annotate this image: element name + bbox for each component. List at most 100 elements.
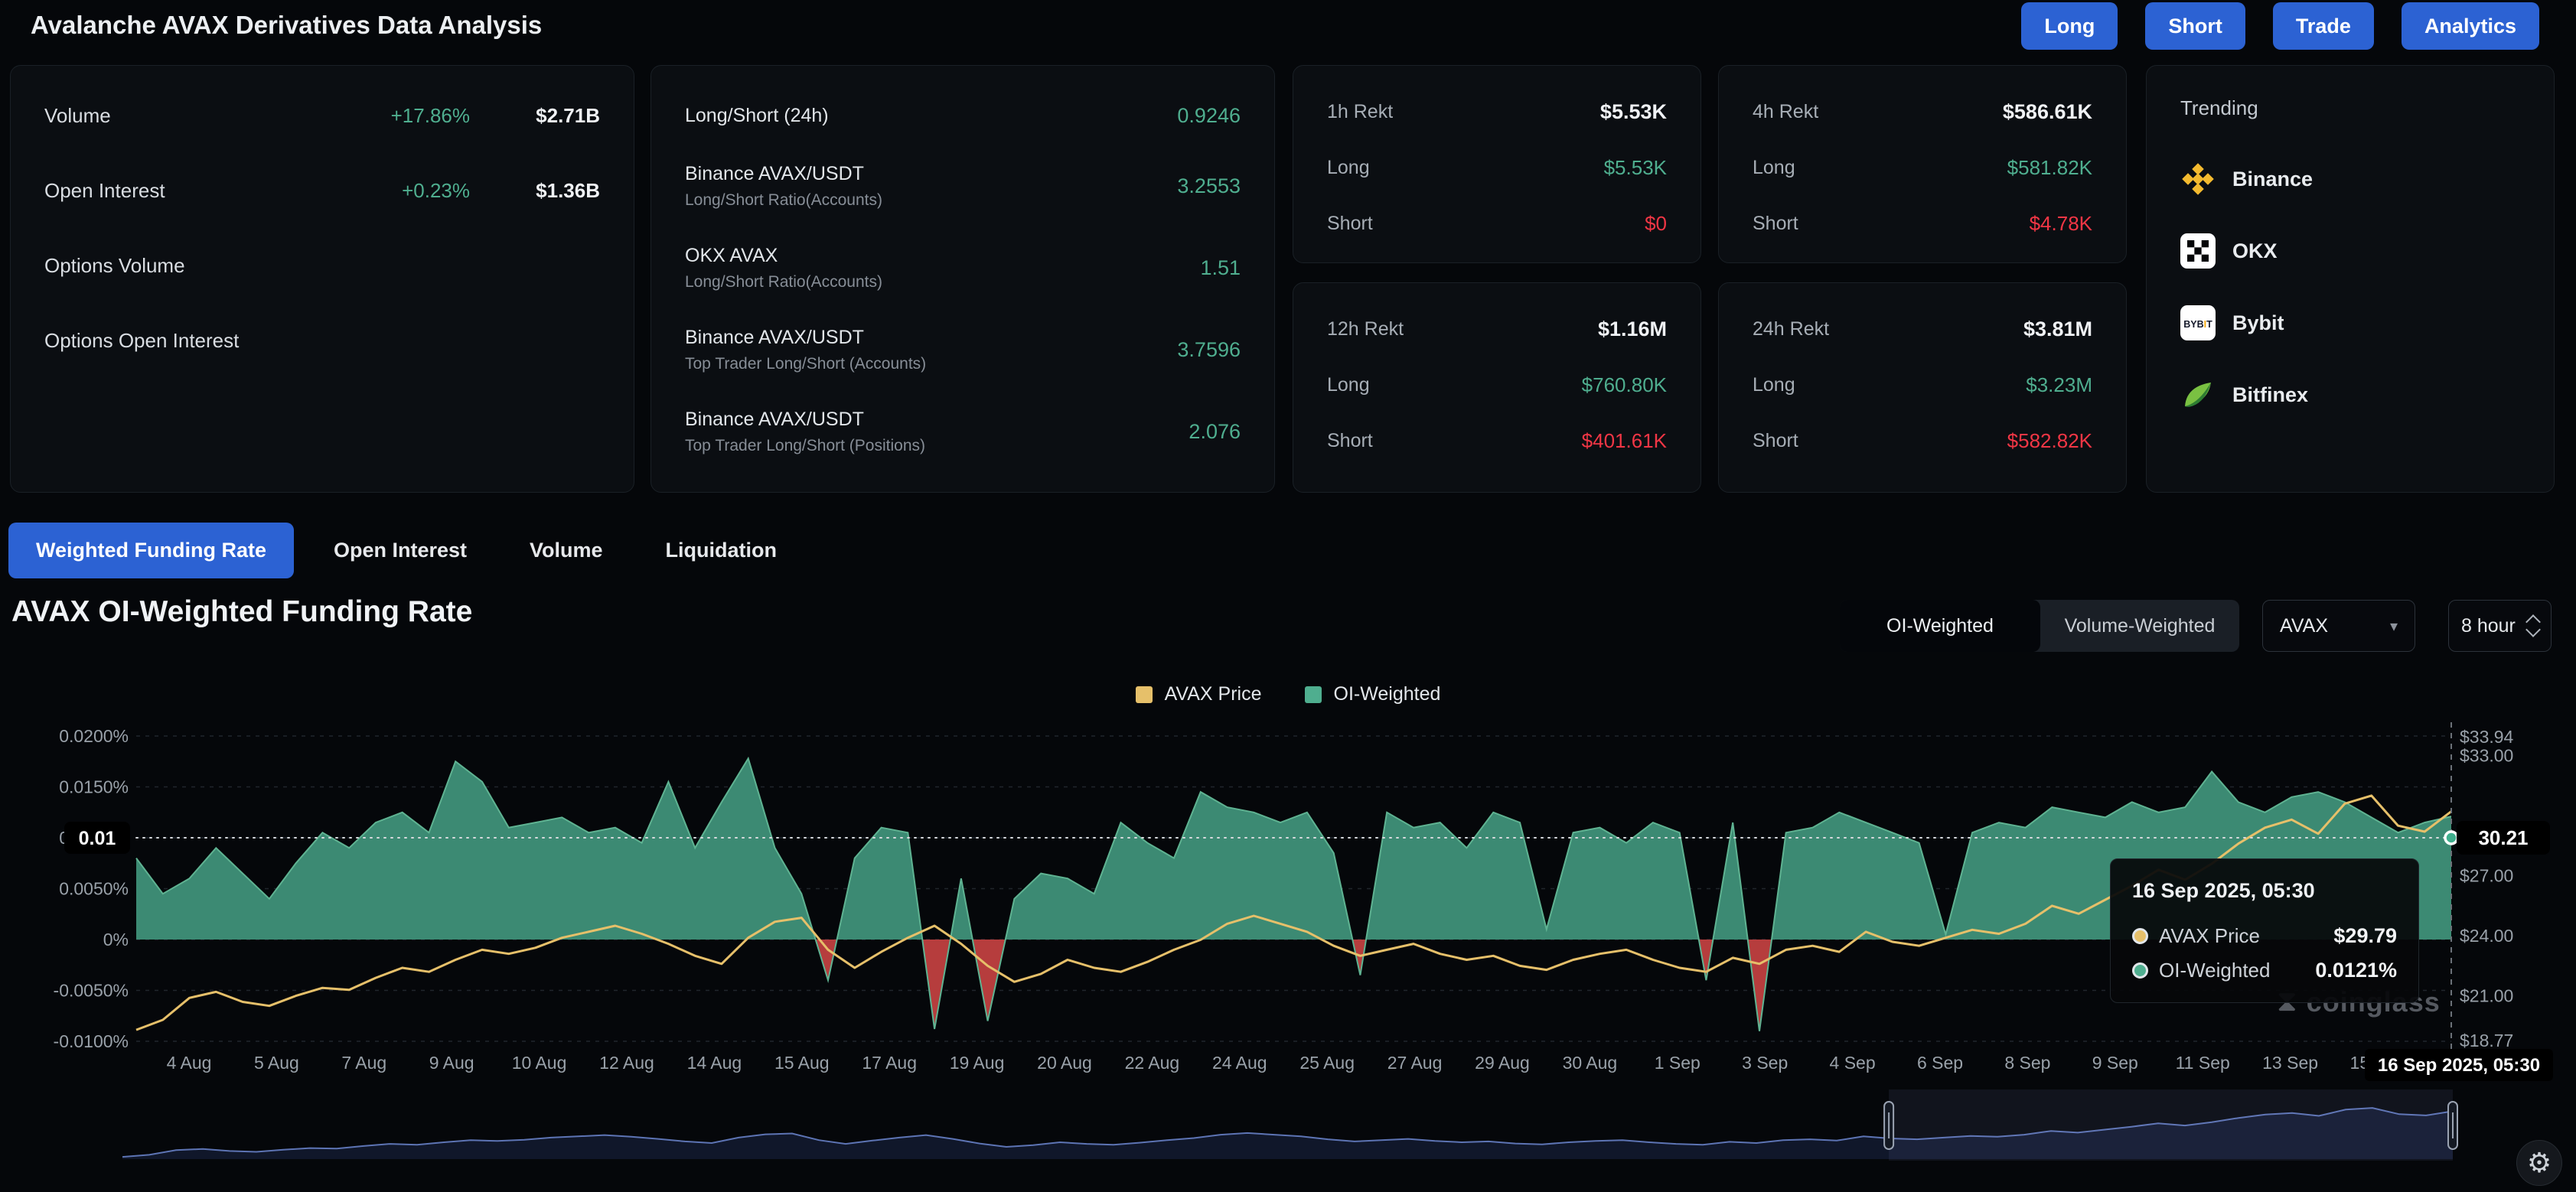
x-axis-tick: 19 Aug [950, 1053, 1005, 1073]
trending-item-binance[interactable]: Binance [2180, 156, 2520, 202]
trade-button[interactable]: Trade [2273, 2, 2374, 50]
short-button[interactable]: Short [2145, 2, 2245, 50]
chart-title: AVAX OI-Weighted Funding Rate [11, 595, 472, 629]
symbol-select-value: AVAX [2280, 615, 2390, 637]
market-stats-card: Volume +17.86% $2.71B Open Interest +0.2… [10, 65, 634, 493]
y-axis-left-tick: 0.0150% [59, 777, 129, 797]
y-axis-right-tick: $18.77 [2460, 1031, 2513, 1050]
x-axis-tick: 3 Sep [1742, 1053, 1788, 1073]
y-axis-right-tick: $21.00 [2460, 986, 2513, 1006]
ls-subtitle: Top Trader Long/Short (Accounts) [685, 355, 1177, 373]
x-axis-tick: 8 Sep [2004, 1053, 2050, 1073]
trending-item-label: Bybit [2232, 311, 2284, 335]
ls-value: 0.9246 [1177, 104, 1241, 128]
tooltip-value: 0.0121% [2315, 959, 2397, 982]
rekt-short-value: $4.78K [2030, 212, 2092, 236]
rekt-short-label: Short [1327, 430, 1582, 452]
legend-oi-weighted[interactable]: OI-Weighted [1305, 683, 1441, 705]
rekt-long-value: $760.80K [1582, 373, 1667, 397]
trending-item-label: Binance [2232, 168, 2313, 191]
funding-dot-icon [2132, 962, 2148, 979]
rekt-long-value: $581.82K [2007, 156, 2092, 180]
tooltip-label: AVAX Price [2159, 924, 2333, 948]
tab-open-interest[interactable]: Open Interest [334, 539, 467, 562]
ls-subtitle: Long/Short Ratio(Accounts) [685, 273, 1200, 291]
settings-gear-icon[interactable]: ⚙ [2516, 1140, 2562, 1186]
analytics-button[interactable]: Analytics [2402, 2, 2539, 50]
trending-item-bybit[interactable]: BYBIT Bybit [2180, 300, 2520, 346]
x-axis-tick: 12 Aug [599, 1053, 654, 1073]
y-axis-right-tick: $33.94 [2460, 727, 2514, 747]
ls-title: Binance AVAX/USDT [685, 163, 1177, 185]
y-axis-left-tick: -0.0050% [54, 981, 129, 1001]
trending-item-bitfinex[interactable]: Bitfinex [2180, 372, 2520, 418]
oi-weighted-swatch-icon [1305, 686, 1322, 703]
ls-value: 3.7596 [1177, 338, 1241, 362]
stat-change: +17.86% [324, 104, 470, 128]
last-point-marker [2445, 832, 2457, 844]
y-axis-right-tick: $24.00 [2460, 926, 2513, 946]
ls-row: Binance AVAX/USDT Top Trader Long/Short … [685, 318, 1241, 382]
chart-tooltip: 16 Sep 2025, 05:30 AVAX Price $29.79 OI-… [2110, 858, 2419, 1003]
tooltip-value: $29.79 [2333, 924, 2397, 948]
header-actions: Long Short Trade Analytics [2021, 2, 2539, 50]
x-axis-tick: 20 Aug [1037, 1053, 1092, 1073]
bitfinex-icon [2180, 377, 2216, 412]
long-button[interactable]: Long [2021, 2, 2118, 50]
y-axis-right-tick: $27.00 [2460, 866, 2513, 886]
ls-row: Binance AVAX/USDT Top Trader Long/Short … [685, 399, 1241, 464]
trending-item-okx[interactable]: OKX [2180, 228, 2520, 274]
stat-row-volume: Volume +17.86% $2.71B [44, 93, 600, 138]
x-axis-tick: 25 Aug [1299, 1053, 1355, 1073]
ls-subtitle: Top Trader Long/Short (Positions) [685, 437, 1189, 455]
chevron-down-icon: ▾ [2390, 617, 2398, 636]
stat-value: $1.36B [470, 179, 600, 203]
chart-tabs: Weighted Funding Rate Open Interest Volu… [8, 523, 840, 578]
toggle-oi-weighted[interactable]: OI-Weighted [1840, 600, 2040, 652]
tab-weighted-funding-rate[interactable]: Weighted Funding Rate [8, 523, 294, 578]
x-axis-tick: 4 Aug [167, 1053, 212, 1073]
x-axis-tick: 13 Sep [2262, 1053, 2318, 1073]
tab-liquidation[interactable]: Liquidation [666, 539, 777, 562]
rekt-long-label: Long [1327, 157, 1604, 179]
stat-label: Volume [44, 104, 324, 128]
ls-row: Long/Short (24h) 0.9246 [685, 95, 1241, 136]
svg-text:BYBIT: BYBIT [2183, 319, 2212, 330]
symbol-select[interactable]: AVAX ▾ [2262, 600, 2415, 652]
x-axis-tick: 17 Aug [862, 1053, 917, 1073]
trending-item-label: Bitfinex [2232, 383, 2308, 407]
rekt-title: 12h Rekt [1327, 318, 1598, 340]
ls-row: Binance AVAX/USDT Long/Short Ratio(Accou… [685, 154, 1241, 218]
rekt-total: $1.16M [1598, 318, 1667, 341]
rekt-long-label: Long [1753, 157, 2007, 179]
x-axis-tick: 4 Sep [1830, 1053, 1876, 1073]
ls-value: 3.2553 [1177, 174, 1241, 198]
left-axis-marker: 0.01 [79, 828, 116, 849]
trending-item-label: OKX [2232, 239, 2278, 263]
ls-title: OKX AVAX [685, 245, 1200, 267]
stat-label: Open Interest [44, 179, 324, 203]
chart-range-navigator[interactable] [0, 1086, 2576, 1178]
ls-title: Binance AVAX/USDT [685, 327, 1177, 349]
tab-volume[interactable]: Volume [530, 539, 603, 562]
toggle-volume-weighted[interactable]: Volume-Weighted [2040, 615, 2239, 637]
tooltip-label: OI-Weighted [2159, 959, 2315, 982]
x-axis-tick: 24 Aug [1212, 1053, 1267, 1073]
stat-row-options-volume: Options Volume [44, 243, 600, 288]
x-axis-tick: 29 Aug [1475, 1053, 1530, 1073]
x-axis-tick: 22 Aug [1125, 1053, 1180, 1073]
rekt-card-1h: 1h Rekt $5.53K Long $5.53K Short $0 [1293, 65, 1701, 263]
x-axis-tick: 1 Sep [1655, 1053, 1700, 1073]
rekt-card-4h: 4h Rekt $586.61K Long $581.82K Short $4.… [1718, 65, 2127, 263]
rekt-long-label: Long [1327, 374, 1582, 396]
tooltip-row-price: AVAX Price $29.79 [2132, 924, 2397, 948]
x-axis-tick: 14 Aug [687, 1053, 742, 1073]
ls-row: OKX AVAX Long/Short Ratio(Accounts) 1.51 [685, 236, 1241, 300]
avax-price-swatch-icon [1136, 686, 1153, 703]
x-axis-tick: 9 Aug [429, 1053, 474, 1073]
navigator-selected-range [1889, 1089, 2453, 1161]
ls-title: Binance AVAX/USDT [685, 409, 1189, 431]
interval-select[interactable]: 8 hour [2448, 600, 2552, 652]
interval-select-value: 8 hour [2461, 615, 2528, 637]
legend-avax-price[interactable]: AVAX Price [1136, 683, 1262, 705]
